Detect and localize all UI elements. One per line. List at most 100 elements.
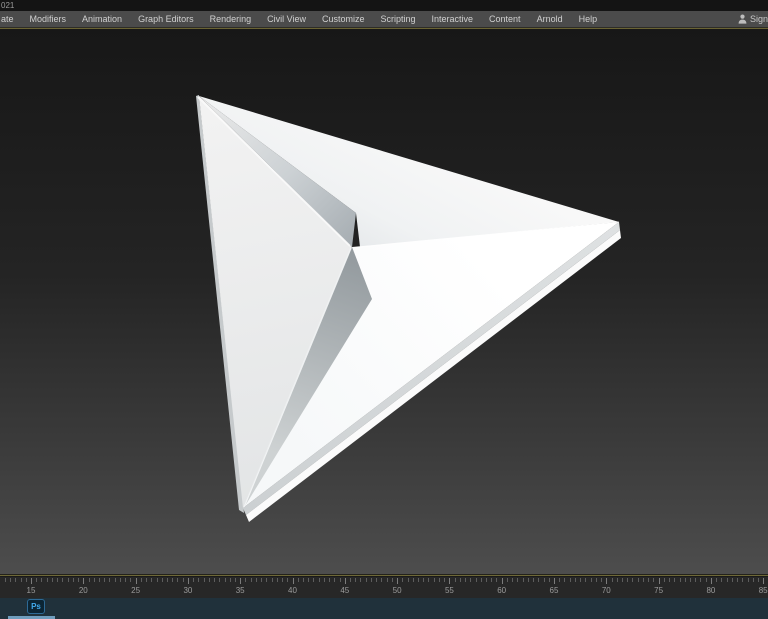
menu-item-customize[interactable]: Customize — [314, 11, 373, 28]
ruler-minor-tick — [517, 578, 519, 582]
timeline-ruler[interactable]: 15 20 25 30 35 40 45 50 55 60 65 70 75 80 85 — [0, 576, 768, 598]
ruler-minor-tick — [496, 578, 498, 582]
ruler-minor-tick — [486, 578, 487, 582]
ruler-minor-tick — [36, 578, 38, 582]
ruler-minor-tick — [93, 578, 95, 582]
window-titlebar: 021 — [0, 0, 768, 11]
ruler-major-tick — [501, 578, 503, 584]
ruler-minor-tick — [616, 578, 618, 582]
ruler-label: 40 — [288, 586, 297, 595]
menu-item-civil-view[interactable]: Civil View — [259, 11, 314, 28]
ruler-minor-tick — [747, 578, 749, 582]
ruler-minor-tick — [172, 578, 174, 582]
ruler-minor-tick — [198, 578, 200, 582]
ruler-minor-tick — [51, 578, 53, 582]
ruler-minor-tick — [454, 578, 456, 582]
ruler-minor-tick — [125, 578, 127, 582]
ruler-minor-tick — [104, 578, 106, 582]
ruler-minor-tick — [527, 578, 529, 582]
ruler-minor-tick — [433, 578, 435, 582]
ruler-minor-tick — [219, 578, 221, 582]
ruler-minor-tick — [370, 578, 372, 582]
ruler-minor-tick — [334, 578, 336, 582]
ruler-minor-tick — [716, 578, 718, 582]
ruler-minor-tick — [648, 578, 650, 582]
ruler-label: 70 — [601, 586, 611, 595]
ruler-minor-tick — [590, 578, 592, 582]
ruler-minor-tick — [574, 578, 576, 582]
ruler-minor-tick — [109, 578, 111, 582]
menu-item-ate[interactable]: ate — [0, 11, 22, 28]
ruler-major-tick — [449, 578, 451, 584]
ruler-major-tick — [187, 578, 189, 584]
ruler-minor-tick — [595, 578, 597, 582]
menu-item-interactive[interactable]: Interactive — [424, 11, 482, 28]
menu-item-rendering[interactable]: Rendering — [202, 11, 260, 28]
ruler-minor-tick — [674, 578, 676, 582]
menu-item-scripting[interactable]: Scripting — [372, 11, 423, 28]
ruler-label: 30 — [183, 586, 193, 595]
ruler-minor-tick — [742, 578, 744, 582]
user-icon — [738, 14, 747, 24]
ruler-minor-tick — [15, 578, 17, 582]
ruler-minor-tick — [752, 578, 754, 582]
ruler-minor-tick — [731, 578, 733, 582]
ruler-minor-tick — [386, 578, 388, 582]
ruler-minor-tick — [224, 578, 226, 582]
ruler-major-tick — [344, 578, 346, 584]
ruler-minor-tick — [564, 578, 566, 582]
ruler-minor-tick — [271, 578, 273, 582]
ruler-minor-tick — [214, 578, 216, 582]
ruler-minor-tick — [653, 578, 655, 582]
ruler-major-tick — [31, 578, 32, 584]
ruler-minor-tick — [627, 578, 629, 582]
ruler-minor-tick — [302, 578, 304, 582]
window-title: 021 — [1, 1, 15, 10]
ruler-minor-tick — [407, 578, 409, 582]
ruler-minor-tick — [721, 578, 723, 582]
ruler-major-tick — [554, 578, 555, 584]
taskbar-app-photoshop[interactable]: Ps — [27, 599, 45, 614]
3d-object[interactable] — [196, 95, 621, 522]
ruler-label: 15 — [26, 586, 36, 595]
ruler-minor-tick — [329, 578, 331, 582]
ruler-minor-tick — [637, 578, 639, 582]
menu-item-help[interactable]: Help — [571, 11, 606, 28]
menu-item-modifiers[interactable]: Modifiers — [22, 11, 75, 28]
ruler-minor-tick — [313, 578, 315, 582]
ruler-minor-tick — [250, 578, 252, 582]
ruler-label: 20 — [78, 586, 88, 595]
ruler-minor-tick — [229, 578, 231, 582]
ruler-minor-tick — [140, 578, 142, 582]
ruler-minor-tick — [480, 578, 482, 582]
ruler-minor-tick — [642, 578, 644, 582]
menu-item-graph-editors[interactable]: Graph Editors — [130, 11, 202, 28]
sign-in-button[interactable]: Sign — [738, 14, 768, 24]
ruler-minor-tick — [25, 578, 27, 582]
ruler-minor-tick — [182, 578, 184, 582]
ruler-minor-tick — [156, 578, 158, 582]
ruler-minor-tick — [161, 578, 163, 582]
ruler-label: 45 — [340, 586, 350, 595]
ruler-minor-tick — [376, 578, 378, 582]
ruler-minor-tick — [151, 578, 153, 582]
ruler-minor-tick — [512, 578, 514, 582]
ruler-minor-tick — [67, 578, 69, 582]
os-taskbar: Ps — [0, 598, 768, 619]
menu-item-animation[interactable]: Animation — [74, 11, 130, 28]
ruler-minor-tick — [689, 578, 691, 582]
ruler-minor-tick — [684, 578, 686, 582]
ruler-minor-tick — [669, 578, 671, 582]
ruler-minor-tick — [663, 578, 665, 582]
ruler-label: 50 — [392, 586, 402, 595]
ruler-minor-tick — [193, 578, 195, 582]
ruler-minor-tick — [297, 578, 299, 582]
perspective-viewport[interactable] — [0, 29, 768, 574]
menu-item-arnold[interactable]: Arnold — [529, 11, 571, 28]
ruler-minor-tick — [57, 578, 59, 582]
ruler-minor-tick — [114, 578, 116, 582]
ruler-minor-tick — [444, 578, 446, 582]
menu-item-content[interactable]: Content — [481, 11, 529, 28]
viewport-canvas — [196, 95, 621, 522]
ruler-minor-tick — [166, 578, 168, 582]
